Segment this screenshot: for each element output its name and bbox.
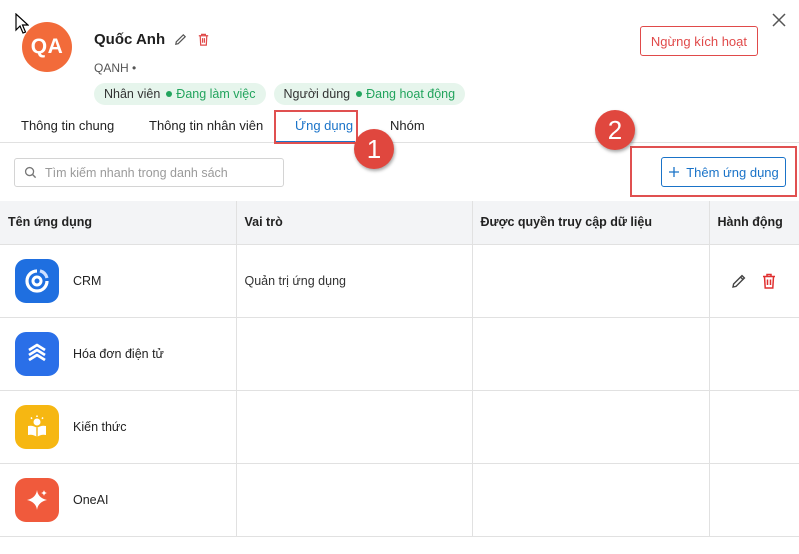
annotation-highlight-add-button [630,146,797,197]
tab-employee-info[interactable]: Thông tin nhân viên [149,118,263,133]
oneai-icon [15,477,59,522]
crm-icon [15,258,59,303]
user-name: Quốc Anh [94,31,166,48]
deactivate-button[interactable]: Ngừng kích hoạt [639,26,758,56]
knowledge-icon [15,404,59,449]
status-dot-icon [166,91,173,97]
app-name: Hóa đơn điện tử [73,346,164,361]
username: QANH • [94,61,137,75]
search-icon [24,166,37,179]
badge-status: Đang hoạt động [366,87,456,101]
app-name: Kiến thức [73,419,127,434]
role-cell: Quản trị ứng dụng [236,244,473,318]
table-row[interactable]: Kiến thức [0,390,799,464]
badge-label: Người dùng [283,87,351,101]
tab-bar: Thông tin chung Thông tin nhân viên Ứng … [0,110,799,143]
app-name: OneAI [73,492,109,507]
table-row[interactable]: OneAI [0,463,799,537]
e-invoice-icon [15,331,59,376]
access-cell [472,244,710,318]
tab-general-info[interactable]: Thông tin chung [21,118,114,133]
access-cell [472,317,710,391]
column-header-role: Vai trò [236,201,473,245]
delete-trash-icon[interactable] [760,272,778,290]
search-input[interactable] [45,165,265,180]
annotation-step-2: 2 [595,110,635,150]
table-row[interactable]: CRM Quản trị ứng dụng [0,244,799,318]
search-box[interactable] [14,158,284,187]
user-status-badge: Người dùng Đang hoạt động [273,83,466,105]
annotation-step-1: 1 [354,129,394,169]
name-row: Quốc Anh [94,31,211,48]
delete-trash-icon[interactable] [196,32,211,47]
avatar: QA [22,22,72,72]
actions-cell [709,463,799,537]
actions-cell [709,390,799,464]
employee-status-badge: Nhân viên Đang làm việc [94,83,266,105]
column-header-data-access: Được quyền truy cập dữ liệu [472,201,710,245]
access-cell [472,463,710,537]
table-header-row: Tên ứng dụng Vai trò Được quyền truy cập… [0,201,799,245]
badge-status: Đang làm việc [176,87,256,101]
edit-name-pencil-icon[interactable] [173,32,188,47]
status-badges: Nhân viên Đang làm việc Người dùng Đang … [94,83,466,105]
app-name: CRM [73,273,102,288]
badge-label: Nhân viên [104,87,161,101]
column-header-app-name: Tên ứng dụng [0,201,237,245]
role-cell [236,463,473,537]
role-cell [236,317,473,391]
status-dot-icon [356,91,363,97]
access-cell [472,390,710,464]
profile-header: QA Quốc Anh QANH • Nhân viên Đang làm vi… [20,22,779,108]
role-cell [236,390,473,464]
applications-table: Tên ứng dụng Vai trò Được quyền truy cập… [0,201,799,537]
actions-cell [709,317,799,391]
edit-pencil-icon[interactable] [730,272,748,290]
column-header-actions: Hành động [709,201,799,245]
table-row[interactable]: Hóa đơn điện tử [0,317,799,391]
annotation-highlight-tab [274,110,358,144]
tab-groups[interactable]: Nhóm [390,118,425,133]
